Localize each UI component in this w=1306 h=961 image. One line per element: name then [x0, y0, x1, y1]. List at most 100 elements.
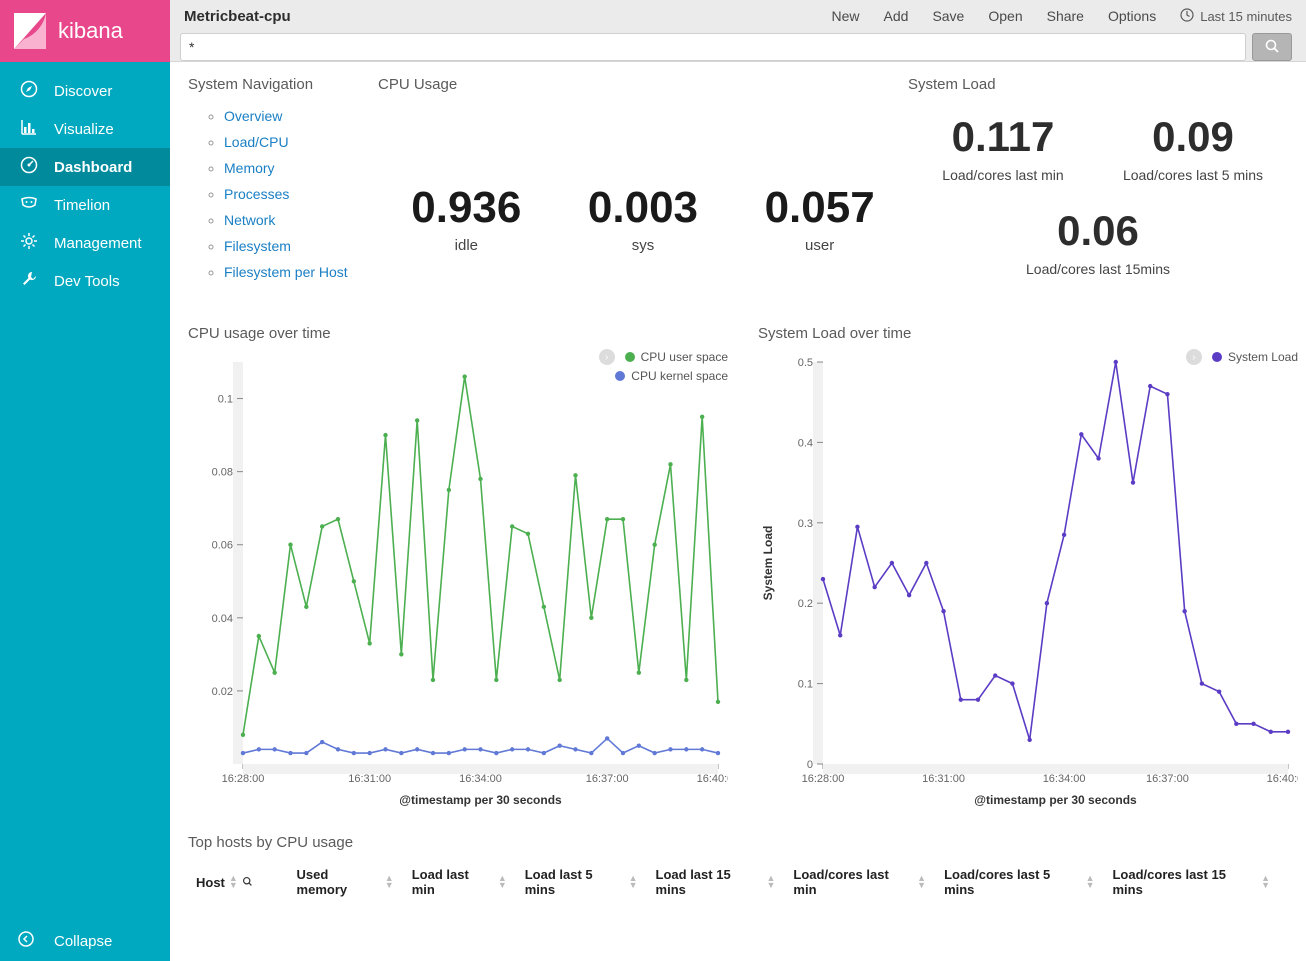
svg-text:16:40:00: 16:40:00 — [697, 773, 728, 785]
list-item: Processes — [224, 181, 378, 207]
time-picker[interactable]: Last 15 minutes — [1180, 8, 1292, 25]
system-load-panel: System Load 0.117Load/cores last min0.09… — [908, 76, 1288, 301]
share-action[interactable]: Share — [1047, 8, 1084, 24]
topbar: Metricbeat-cpu NewAddSaveOpenShareOption… — [170, 0, 1306, 62]
svg-text:16:31:00: 16:31:00 — [348, 773, 391, 785]
legend-label[interactable]: System Load — [1228, 350, 1298, 364]
sort-icon[interactable]: ▲▼ — [917, 875, 926, 889]
sidebar-item-discover[interactable]: Discover — [0, 72, 170, 110]
search-button[interactable] — [1252, 33, 1292, 61]
column-header[interactable]: Load/cores last 15 mins▲▼ — [1112, 867, 1288, 897]
sysnav-link[interactable]: Network — [224, 212, 275, 228]
legend-dot-icon — [625, 352, 635, 362]
list-item: Memory — [224, 155, 378, 181]
sort-icon[interactable]: ▲▼ — [385, 875, 394, 889]
sysnav-link[interactable]: Overview — [224, 108, 282, 124]
sidebar-item-timelion[interactable]: Timelion — [0, 186, 170, 224]
chart-legend: › CPU user space CPU kernel space — [599, 349, 728, 387]
metric-idle: 0.936idle — [411, 183, 521, 254]
add-action[interactable]: Add — [884, 8, 909, 24]
column-label: Load last 5 mins — [525, 867, 625, 897]
query-input[interactable] — [180, 33, 1246, 61]
legend-label[interactable]: CPU user space — [641, 350, 728, 364]
search-icon[interactable] — [242, 875, 253, 890]
svg-text:@timestamp per 30 seconds: @timestamp per 30 seconds — [974, 793, 1137, 807]
save-action[interactable]: Save — [932, 8, 964, 24]
sysnav-link[interactable]: Memory — [224, 160, 275, 176]
svg-text:16:31:00: 16:31:00 — [922, 773, 965, 785]
chevron-right-icon[interactable]: › — [1186, 349, 1202, 365]
column-header[interactable]: Used memory▲▼ — [297, 867, 412, 897]
svg-text:0.4: 0.4 — [798, 437, 813, 449]
column-header[interactable]: Load/cores last min▲▼ — [793, 867, 944, 897]
sort-icon[interactable]: ▲▼ — [1261, 875, 1270, 889]
legend-dot-icon — [615, 371, 625, 381]
svg-text:16:28:00: 16:28:00 — [802, 773, 845, 785]
svg-text:0: 0 — [807, 759, 813, 771]
metric-user: 0.057user — [765, 183, 875, 254]
sidebar-item-label: Dashboard — [54, 159, 132, 176]
load-over-time-panel: System Load over time ›System Load 00.10… — [758, 325, 1298, 812]
sort-icon[interactable]: ▲▼ — [1086, 875, 1095, 889]
chevron-right-icon[interactable]: › — [599, 349, 615, 365]
table-header: Host▲▼ Used memory▲▼Load last min▲▼Load … — [188, 861, 1288, 904]
sysnav-link[interactable]: Filesystem — [224, 238, 291, 254]
time-label: Last 15 minutes — [1200, 9, 1292, 24]
sysnav-link[interactable]: Filesystem per Host — [224, 264, 348, 280]
load-chart[interactable]: 00.10.20.30.40.516:28:0016:31:0016:34:00… — [758, 352, 1298, 812]
load-metric: 0.117Load/cores last min — [912, 113, 1094, 183]
list-item: Overview — [224, 103, 378, 129]
svg-text:System Load: System Load — [761, 526, 775, 601]
collapse-button[interactable]: Collapse — [0, 931, 170, 951]
column-label: Host — [196, 875, 225, 890]
sidebar-item-dev-tools[interactable]: Dev Tools — [0, 262, 170, 300]
column-header[interactable]: Load last 5 mins ▲▼ — [525, 867, 656, 897]
sort-icon[interactable]: ▲▼ — [766, 875, 775, 889]
sidebar-item-dashboard[interactable]: Dashboard — [0, 148, 170, 186]
svg-text:0.02: 0.02 — [212, 686, 233, 698]
svg-text:0.06: 0.06 — [212, 540, 233, 552]
load-metric: 0.09Load/cores last 5 mins — [1102, 113, 1284, 183]
column-header[interactable]: Load/cores last 5 mins▲▼ — [944, 867, 1112, 897]
metric-value: 0.09 — [1102, 113, 1284, 161]
cpu-chart[interactable]: 0.020.040.060.080.116:28:0016:31:0016:34… — [188, 352, 728, 812]
sidebar-item-label: Dev Tools — [54, 273, 120, 290]
gauge-icon — [18, 156, 40, 178]
metric-label: Load/cores last 15mins — [908, 261, 1288, 277]
main-content: System Navigation Overview Load/CPU Memory… — [170, 62, 1306, 961]
svg-text:16:37:00: 16:37:00 — [586, 773, 629, 785]
load-metric: 0.06Load/cores last 15mins — [908, 207, 1288, 277]
svg-text:0.5: 0.5 — [798, 357, 813, 369]
column-label: Load last min — [412, 867, 494, 897]
sidebar-item-management[interactable]: Management — [0, 224, 170, 262]
open-action[interactable]: Open — [988, 8, 1022, 24]
sort-icon[interactable]: ▲▼ — [629, 875, 638, 889]
panel-title: System Navigation — [188, 76, 378, 93]
sort-icon[interactable]: ▲▼ — [229, 875, 238, 889]
top-hosts-panel: Top hosts by CPU usage Host▲▼ Used memor… — [188, 834, 1288, 904]
sysnav-link[interactable]: Processes — [224, 186, 289, 202]
metric-value: 0.057 — [765, 183, 875, 233]
svg-text:0.08: 0.08 — [212, 467, 233, 479]
options-action[interactable]: Options — [1108, 8, 1156, 24]
legend-dot-icon — [1212, 352, 1222, 362]
panel-title: CPU Usage — [378, 76, 908, 93]
svg-text:0.04: 0.04 — [212, 613, 233, 625]
cpu-over-time-panel: CPU usage over time ›CPU user space CPU … — [188, 325, 728, 812]
column-header[interactable]: Load last min ▲▼ — [412, 867, 525, 897]
brand-name: kibana — [58, 18, 123, 44]
sort-icon[interactable]: ▲▼ — [498, 875, 507, 889]
sysnav-link[interactable]: Load/CPU — [224, 134, 289, 150]
compass-icon — [18, 80, 40, 102]
sidebar-item-visualize[interactable]: Visualize — [0, 110, 170, 148]
metric-value: 0.117 — [912, 113, 1094, 161]
mask-icon — [18, 194, 40, 216]
list-item: Load/CPU — [224, 129, 378, 155]
legend-label[interactable]: CPU kernel space — [631, 369, 728, 383]
new-action[interactable]: New — [832, 8, 860, 24]
column-header[interactable]: Load last 15 mins▲▼ — [656, 867, 794, 897]
column-header[interactable]: Host ▲▼ — [188, 867, 297, 897]
svg-text:16:34:00: 16:34:00 — [1043, 773, 1086, 785]
clock-icon — [1180, 8, 1194, 25]
system-navigation-panel: System Navigation Overview Load/CPU Memory… — [188, 76, 378, 301]
